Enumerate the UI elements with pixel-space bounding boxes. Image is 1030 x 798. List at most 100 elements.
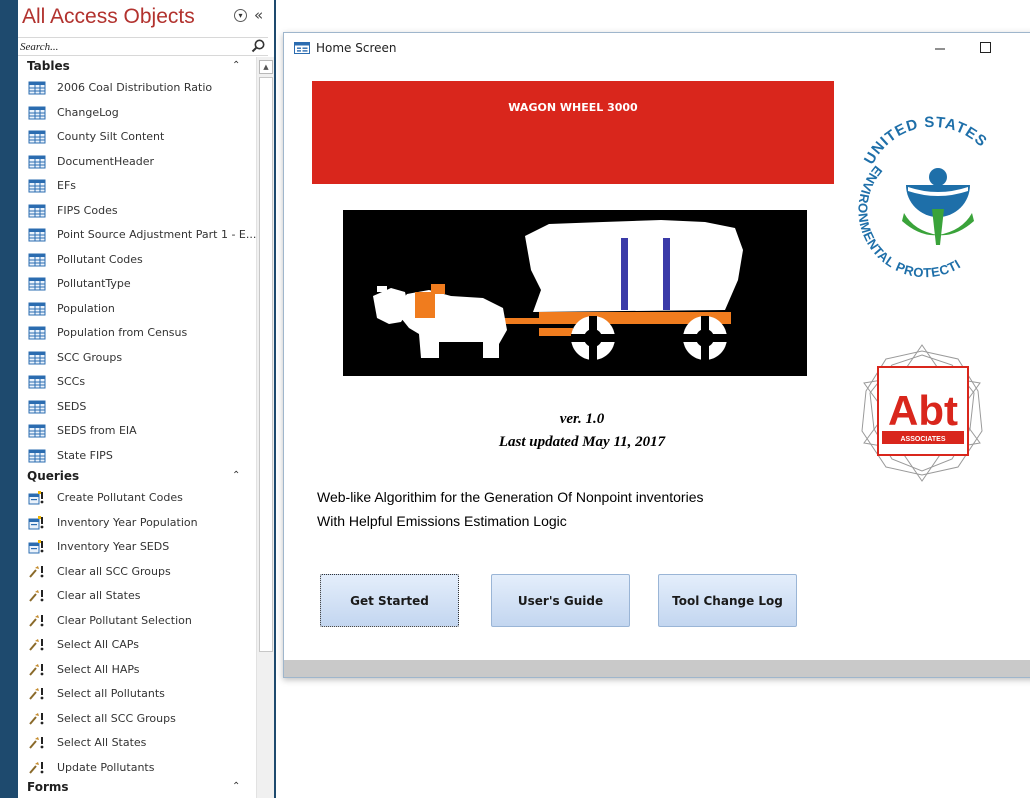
form-bottom-bar [284,660,1030,677]
scrollbar-thumb[interactable] [259,77,273,652]
nav-item[interactable]: Inventory Year Population [18,511,254,535]
nav-item-label: Select all SCC Groups [57,711,176,725]
nav-item-label: ChangeLog [57,105,119,119]
nav-item[interactable]: Select All States [18,731,254,755]
nav-item[interactable]: Point Source Adjustment Part 1 - E... [18,223,256,247]
nav-item[interactable]: Clear all States [18,584,254,608]
nav-item-label: SCCs [57,375,86,388]
nav-item[interactable]: 2006 Coal Distribution Ratio [18,76,254,100]
nav-item-label: SEDS from EIA [57,424,137,437]
nav-item[interactable]: Select All CAPs [18,633,254,657]
home-screen-form: Home Screen WAGON WHEEL 3000 UNITED STAT… [283,32,1030,678]
nav-item[interactable]: Inventory Year SEDS [18,535,254,559]
nav-item[interactable]: Select all Pollutants [18,682,254,706]
nav-item[interactable]: State FIPS [18,444,254,468]
section-header-tables[interactable]: Tables [27,59,70,73]
scroll-up-icon[interactable]: ▲ [259,60,273,74]
last-updated-text: Last updated May 11, 2017 [498,434,666,450]
nav-item[interactable]: Clear all SCC Groups [18,560,254,584]
table-icon [28,227,46,243]
wagon-illustration [343,210,807,376]
nav-item-label: FIPS Codes [57,203,118,217]
nav-item-label: Create Pollutant Codes [57,491,183,504]
nav-item-label: Inventory Year SEDS [57,540,170,553]
table-icon [28,129,46,145]
users-guide-button[interactable]: User's Guide [491,574,630,627]
nav-item-label: County Silt Content [57,130,165,143]
nav-item[interactable]: Pollutant Codes [18,248,254,272]
nav-item-label: Pollutant Codes [57,252,143,266]
table-icon [28,203,46,219]
nav-item-label: Select All CAPs [57,638,139,651]
nav-item-label: DocumentHeader [57,154,155,168]
table-icon [28,80,46,96]
table-icon [28,374,46,390]
nav-item[interactable]: Population [18,297,254,321]
search-input[interactable] [20,38,240,55]
nav-item[interactable]: DocumentHeader [18,150,254,174]
nav-item-label: 2006 Coal Distribution Ratio [57,81,213,94]
make-table-query-icon [28,490,46,506]
nav-item-label: Select all Pollutants [57,687,165,700]
svg-text:UNITED STATES: UNITED STATES [861,114,991,168]
nav-item[interactable]: Update Pollutants [18,756,254,780]
abt-logo-name: Abt [888,387,958,434]
nav-item-label: State FIPS [57,448,113,462]
nav-pane-title[interactable]: All Access Objects [22,5,195,29]
get-started-button[interactable]: Get Started [320,574,459,627]
table-icon [28,276,46,292]
nav-item[interactable]: SCC Groups [18,346,254,370]
table-icon [28,178,46,194]
chevron-up-icon[interactable]: ⌃ [232,470,240,481]
make-table-query-icon [28,515,46,531]
nav-scrollbar[interactable]: ▲ [256,57,274,798]
nav-item-label: Select All States [57,736,147,749]
nav-item[interactable]: Select All HAPs [18,658,254,682]
banner-title: WAGON WHEEL 3000 [508,101,638,114]
nav-item-label: Population [57,301,115,315]
nav-item[interactable]: ChangeLog [18,101,254,125]
table-icon [28,350,46,366]
nav-item[interactable]: SEDS [18,395,254,419]
nav-item-label: SCC Groups [57,350,123,364]
nav-item-label: Clear Pollutant Selection [57,613,192,627]
nav-item[interactable]: SCCs [18,370,254,394]
nav-item[interactable]: Select all SCC Groups [18,707,254,731]
section-header-forms[interactable]: Forms [27,780,69,794]
tool-change-log-button[interactable]: Tool Change Log [658,574,797,627]
nav-item[interactable]: FIPS Codes [18,199,254,223]
update-query-icon [28,662,46,678]
description-line-2: With Helpful Emissions Estimation Logic [317,513,567,529]
form-icon [294,42,310,54]
make-table-query-icon [28,539,46,555]
nav-item[interactable]: County Silt Content [18,125,254,149]
nav-item[interactable]: PollutantType [18,272,254,296]
search-icon[interactable] [250,38,266,54]
maximize-icon[interactable] [980,42,991,53]
update-query-icon [28,760,46,776]
chevron-up-icon[interactable]: ⌃ [232,60,240,71]
nav-item[interactable]: Create Pollutant Codes [18,486,254,510]
form-title: Home Screen [316,41,397,55]
collapse-pane-icon[interactable]: « [254,6,263,24]
chevron-down-icon[interactable]: ▾ [234,9,247,22]
nav-item[interactable]: Population from Census [18,321,254,345]
description-line-1: Web-like Algorithim for the Generation O… [317,489,704,505]
table-icon [28,399,46,415]
nav-item-label: Update Pollutants [57,760,155,774]
table-icon [28,301,46,317]
update-query-icon [28,735,46,751]
chevron-up-icon[interactable]: ⌃ [232,781,240,792]
nav-item[interactable]: Clear Pollutant Selection [18,609,254,633]
epa-logo: UNITED STATES ENVIRONMENTAL PROTECTION A… [844,105,991,280]
nav-item[interactable]: EFs [18,174,254,198]
search-box [18,37,268,56]
minimize-icon[interactable] [934,41,946,53]
nav-item[interactable]: SEDS from EIA [18,419,254,443]
table-icon [28,252,46,268]
nav-item-label: Select All HAPs [57,662,140,676]
navigation-pane: All Access Objects ▾ « Tables ⌃ 2006 Coal … [18,0,274,798]
nav-item-label: PollutantType [57,277,131,290]
nav-item-label: Population from Census [57,326,188,339]
section-header-queries[interactable]: Queries [27,469,79,483]
